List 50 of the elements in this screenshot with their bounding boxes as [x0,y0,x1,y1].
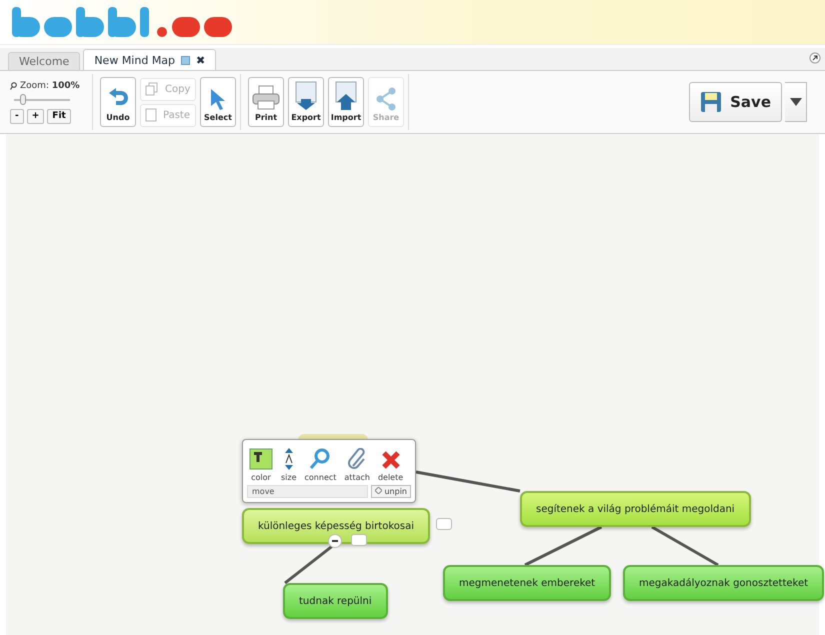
node-tool-button[interactable]: delete [376,450,406,482]
node-tool-button[interactable]: size [279,448,299,482]
import-icon [334,81,358,111]
save-button[interactable]: Save [689,82,782,122]
toolbar-button[interactable]: Print [248,77,284,127]
toolbar-button[interactable]: Export [288,77,324,127]
unpin-button[interactable]: unpin [371,485,411,498]
tab[interactable]: New Mind Map ✖ [83,49,216,70]
cursor-icon [209,87,227,111]
mind-map-node[interactable]: megmenetenek embereket [443,565,612,601]
save-dropdown-button[interactable] [785,82,807,122]
caret-icon [790,98,802,106]
move-handle[interactable]: move [247,485,368,498]
zoom-button[interactable]: - [10,108,24,124]
node-tool-button[interactable]: connect [302,448,338,482]
paperclip-icon [347,448,368,470]
copy-icon [145,82,159,96]
add-note-icon[interactable] [436,518,452,530]
mind-map-node[interactable]: megakadályoznak gonosztetteket [623,565,824,601]
toolbar-button[interactable]: Select [200,77,236,127]
connect-icon [309,448,332,470]
printer-icon [252,85,280,111]
export-icon [294,81,318,111]
delete-icon [380,450,401,470]
connector-line [651,526,719,566]
zoom-thumb[interactable] [20,94,26,104]
font-size-icon [284,448,294,470]
tab-settings-icon[interactable] [181,56,190,64]
node-tool-button[interactable]: color [247,448,275,482]
mind-map-node[interactable]: különleges képesség birtokosai [242,508,430,544]
share-icon [375,87,397,111]
mind-map-node[interactable]: tudnak repülni [283,583,388,619]
toolbar-button[interactable]: Undo [100,77,136,127]
search-icon [10,82,17,90]
tab-label: Welcome [19,55,70,68]
toolbar-button[interactable]: Import [328,77,364,127]
close-tab-button[interactable]: ✖ [196,54,206,66]
add-note-icon[interactable] [351,534,367,546]
tab-label: New Mind Map [94,54,176,66]
paste-icon [145,108,157,122]
tab[interactable]: Welcome [8,52,80,70]
zoom-button[interactable]: + [26,108,44,124]
zoom-label: Zoom: 100% [20,80,80,90]
node-tool-button[interactable]: attach [342,448,372,482]
text-color-icon [249,448,273,470]
pin-icon [375,487,382,494]
collapse-icon[interactable] [328,534,342,548]
mind-map-node[interactable]: segítenek a világ problémáit megoldani [520,491,751,527]
collapse-icon[interactable] [809,52,821,64]
zoom-button[interactable]: Fit [47,108,71,124]
